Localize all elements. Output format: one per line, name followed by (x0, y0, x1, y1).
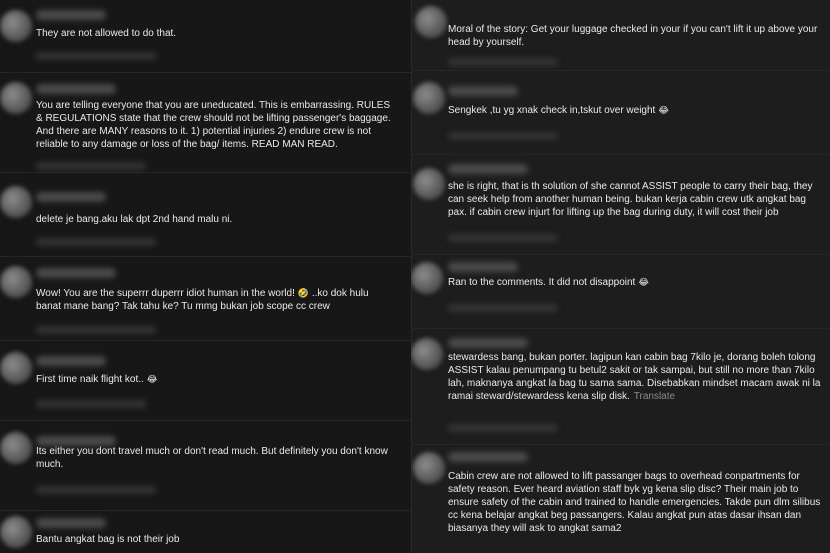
blurred-comment-meta (448, 424, 558, 432)
comments-screenshot: They are not allowed to do that. You are… (0, 0, 830, 553)
comment-text: Sengkek ,tu yg xnak check in,tskut over … (448, 104, 823, 117)
avatar[interactable] (0, 266, 32, 298)
avatar[interactable] (0, 432, 32, 464)
blurred-comment-meta (36, 162, 146, 170)
blurred-comment-meta (36, 238, 156, 246)
avatar[interactable] (0, 82, 32, 114)
comment-text-part: Wow! You are the superrr duperrr idiot h… (36, 288, 295, 299)
comment-item: Ran to the comments. It did not disappoi… (411, 254, 830, 329)
comment-text: she is right, that is th solution of she… (448, 181, 816, 218)
avatar[interactable] (413, 452, 445, 484)
comment-item: Its either you dont travel much or don't… (0, 420, 411, 511)
blurred-username (448, 86, 518, 96)
comment-item: You are telling everyone that you are un… (0, 72, 411, 173)
blurred-username (448, 452, 528, 462)
left-comment-column: They are not allowed to do that. You are… (0, 0, 411, 553)
comment-item: delete je bang.aku lak dpt 2nd hand malu… (0, 172, 411, 257)
comment-text: Its either you dont travel much or don't… (36, 446, 391, 470)
blurred-comment-meta (448, 132, 558, 140)
blurred-comment-meta (448, 58, 558, 66)
laughing-emoji-icon: 😂 (638, 277, 649, 287)
blurred-username (36, 192, 106, 202)
blurred-username (36, 356, 106, 366)
comment-text: They are not allowed to do that. (36, 28, 177, 39)
blurred-comment-meta (36, 486, 156, 494)
comment-item: stewardess bang, bukan porter. lagipun k… (411, 328, 830, 445)
comment-item: First time naik flight kot.. 😂 (0, 340, 411, 421)
blurred-comment-meta (36, 52, 156, 60)
blurred-username (36, 268, 116, 278)
blurred-username (36, 518, 106, 528)
avatar[interactable] (415, 6, 447, 38)
comment-item: Bantu angkat bag is not their job (0, 510, 411, 553)
translate-link[interactable]: Translate (634, 391, 675, 402)
comment-text: You are telling everyone that you are un… (36, 100, 393, 150)
laughing-emoji-icon: 😂 (658, 105, 669, 115)
comment-text-part: First time naik flight kot.. (36, 374, 144, 385)
comment-item: Cabin crew are not allowed to lift passa… (411, 444, 830, 553)
comment-item: she is right, that is th solution of she… (411, 154, 830, 255)
comment-text: Wow! You are the superrr duperrr idiot h… (36, 287, 396, 313)
comment-item: Moral of the story: Get your luggage che… (411, 0, 830, 71)
comment-text: Bantu angkat bag is not their job (36, 534, 180, 545)
comment-item: They are not allowed to do that. (0, 0, 411, 73)
comment-text: First time naik flight kot.. 😂 (36, 373, 396, 386)
blurred-comment-meta (36, 326, 156, 334)
blurred-username (448, 338, 528, 348)
avatar[interactable] (411, 338, 443, 370)
comment-text: stewardess bang, bukan porter. lagipun k… (448, 351, 826, 403)
avatar[interactable] (411, 262, 443, 294)
comment-item: Wow! You are the superrr duperrr idiot h… (0, 256, 411, 341)
blurred-username (36, 84, 116, 94)
right-comment-column: Moral of the story: Get your luggage che… (411, 0, 830, 553)
comment-text-part: Sengkek ,tu yg xnak check in,tskut over … (448, 105, 656, 116)
comment-text: delete je bang.aku lak dpt 2nd hand malu… (36, 214, 233, 225)
avatar[interactable] (0, 516, 32, 548)
comment-text-part: Ran to the comments. It did not disappoi… (448, 277, 636, 288)
laughing-emoji-icon: 🤣 (297, 288, 310, 298)
blurred-username (448, 164, 528, 174)
avatar[interactable] (0, 10, 32, 42)
comment-text: Cabin crew are not allowed to lift passa… (448, 471, 824, 534)
comment-text: Moral of the story: Get your luggage che… (448, 24, 821, 48)
blurred-comment-meta (448, 304, 558, 312)
avatar[interactable] (413, 82, 445, 114)
blurred-username (36, 10, 106, 20)
comment-item: Sengkek ,tu yg xnak check in,tskut over … (411, 70, 830, 155)
avatar[interactable] (413, 168, 445, 200)
avatar[interactable] (0, 352, 32, 384)
blurred-username (448, 262, 518, 272)
laughing-emoji-icon: 😂 (146, 374, 158, 384)
comment-text: Ran to the comments. It did not disappoi… (448, 276, 823, 289)
blurred-comment-meta (36, 400, 146, 408)
avatar[interactable] (0, 186, 32, 218)
blurred-comment-meta (448, 234, 558, 242)
